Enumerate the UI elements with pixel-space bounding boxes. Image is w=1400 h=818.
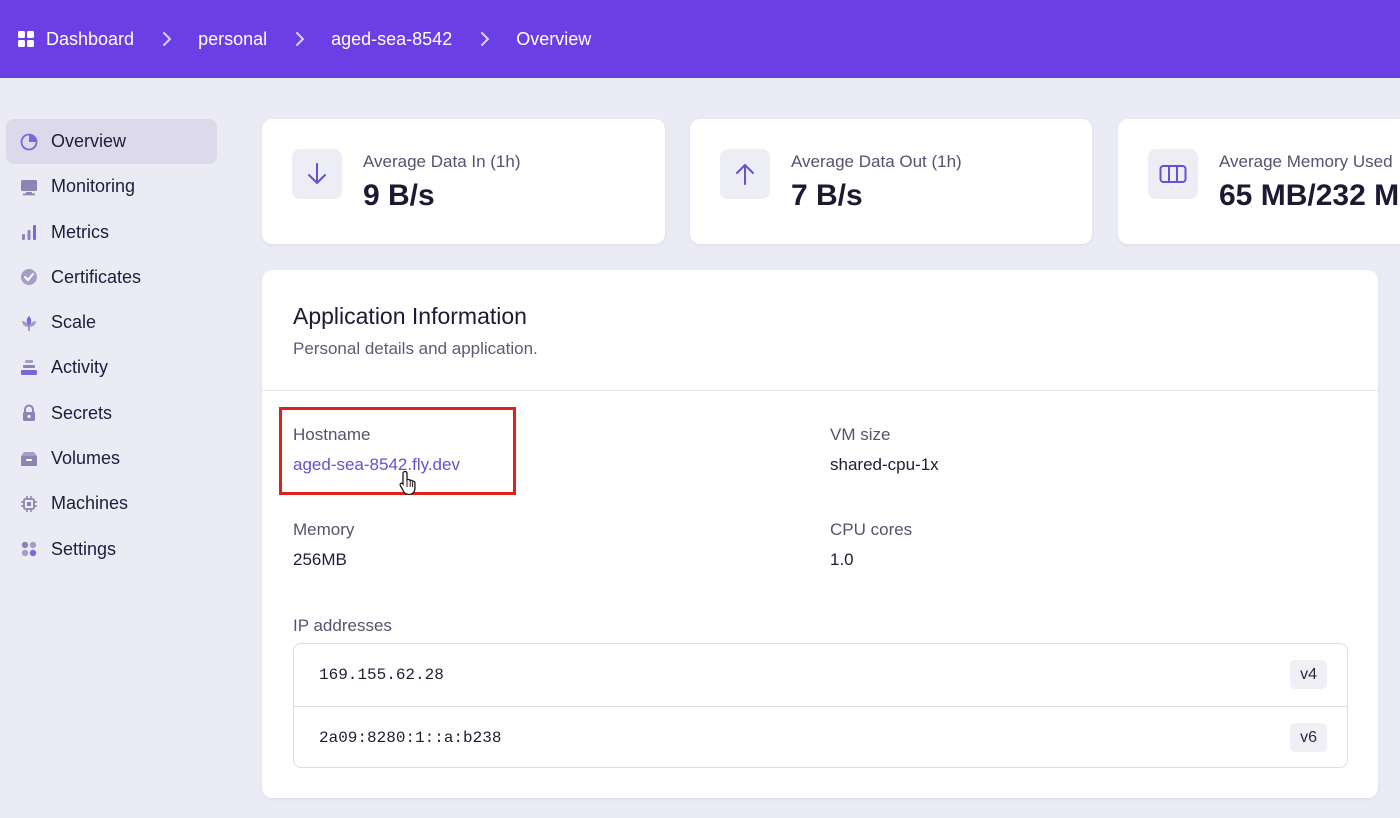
ip-address: 169.155.62.28 [319,666,444,684]
breadcrumb-app[interactable]: aged-sea-8542 [331,29,452,50]
hand-pointer-cursor-icon [399,470,416,496]
sidebar-item-label: Certificates [51,266,142,287]
sidebar-item-volumes[interactable]: Volumes [6,436,217,481]
arrow-up-icon [720,149,770,199]
ip-row[interactable]: 2a09:8280:1::a:b238 v6 [294,706,1347,768]
sidebar-item-label: Secrets [51,402,113,423]
sidebar-item-label: Machines [51,493,129,514]
sidebar-item-overview[interactable]: Overview [6,119,217,164]
sidebar-item-secrets[interactable]: Secrets [6,391,217,436]
sidebar-item-label: Monitoring [51,176,136,197]
sidebar-item-label: Settings [51,538,117,559]
certificate-icon [20,268,38,286]
top-bar: Dashboard personal aged-sea-8542 Overvie… [0,0,1400,78]
sidebar-item-certificates[interactable]: Certificates [6,255,217,300]
chip-icon [20,495,38,513]
sidebar-item-label: Overview [51,131,127,151]
breadcrumb-overview[interactable]: Overview [516,29,591,50]
sidebar-item-settings[interactable]: Settings [6,527,217,572]
memory-value: 256MB [293,550,347,569]
vm-size-label: VM size [830,425,891,444]
sidebar-item-monitoring[interactable]: Monitoring [6,164,217,209]
sidebar-item-metrics[interactable]: Metrics [6,210,217,255]
breadcrumb-dashboard-label: Dashboard [46,28,135,49]
settings-icon [20,540,38,558]
stat-card-data-in: Average Data In (1h) 9 B/s [262,119,665,244]
metrics-icon [20,223,38,241]
memory-label: Memory [293,520,355,539]
stat-card-memory: Average Memory Used 65 MB/232 MB [1118,119,1400,244]
cpu-cores-label: CPU cores [830,520,913,539]
chevron-right-icon [162,32,172,46]
divider [262,390,1378,391]
sidebar-item-label: Scale [51,312,97,333]
ip-row[interactable]: 169.155.62.28 v4 [294,644,1347,706]
sidebar-item-label: Volumes [51,448,121,469]
breadcrumb-dashboard[interactable]: Dashboard [18,29,134,50]
arrow-down-icon [292,149,342,199]
stat-label: Average Data Out (1h) [791,152,962,171]
volume-icon [20,450,38,468]
monitor-icon [20,178,38,196]
activity-icon [20,359,38,377]
ip-version-badge: v4 [1290,660,1327,689]
sidebar-item-scale[interactable]: Scale [6,300,217,345]
sidebar-item-label: Activity [51,357,109,378]
cpu-cores-value: 1.0 [830,550,854,569]
overview-icon [20,133,38,151]
vm-size-value: shared-cpu-1x [830,455,939,474]
ip-address-list: 169.155.62.28 v4 2a09:8280:1::a:b238 v6 [293,643,1348,768]
chevron-right-icon [295,32,305,46]
hostname-label: Hostname [293,425,371,444]
stat-label: Average Memory Used [1219,152,1393,171]
stat-value: 7 B/s [791,179,863,212]
lock-icon [20,404,38,422]
stat-value: 65 MB/232 MB [1219,179,1400,212]
sidebar-item-machines[interactable]: Machines [6,481,217,526]
hostname-link[interactable]: aged-sea-8542.fly.dev [293,455,460,475]
breadcrumb-personal[interactable]: personal [198,29,267,50]
dashboard-grid-icon [18,31,34,47]
sidebar: Overview Monitoring Metrics Certificates… [6,119,217,572]
ip-addresses-label: IP addresses [293,616,392,635]
stat-card-data-out: Average Data Out (1h) 7 B/s [690,119,1092,244]
sidebar-item-activity[interactable]: Activity [6,345,217,390]
scale-icon [20,314,38,332]
ip-version-badge: v6 [1290,723,1327,752]
stat-label: Average Data In (1h) [363,152,521,171]
memory-icon [1148,149,1198,199]
section-title: Application Information [293,303,527,329]
chevron-right-icon [480,32,490,46]
stat-value: 9 B/s [363,179,435,212]
sidebar-item-label: Metrics [51,221,109,242]
section-subtitle: Personal details and application. [293,339,538,358]
ip-address: 2a09:8280:1::a:b238 [319,728,502,747]
application-info-card: Application Information Personal details… [262,270,1378,798]
